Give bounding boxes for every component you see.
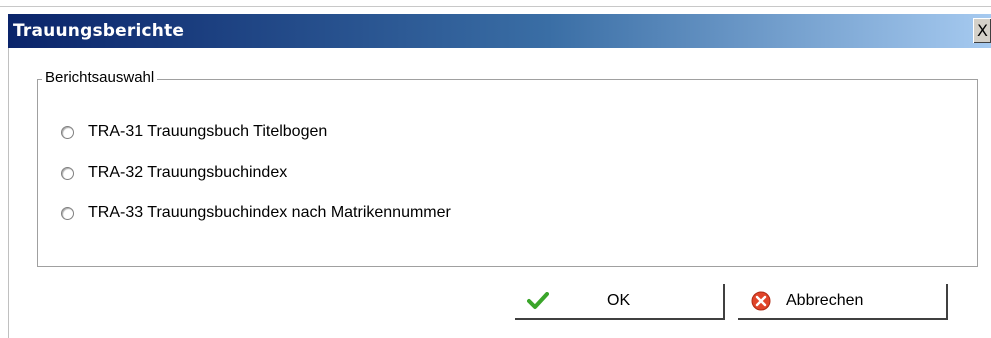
ok-button[interactable]: OK: [515, 284, 725, 320]
close-icon: X: [977, 21, 988, 40]
radio-label[interactable]: TRA-32 Trauungsbuchindex: [88, 164, 287, 182]
ok-button-label: OK: [607, 292, 631, 309]
cancel-button[interactable]: Abbrechen: [738, 284, 948, 320]
title-bar[interactable]: Trauungsberichte X: [8, 14, 991, 48]
radio-option-tra31[interactable]: TRA-31 Trauungsbuch Titelbogen: [61, 121, 327, 143]
radio-label[interactable]: TRA-33 Trauungsbuchindex nach Matrikennu…: [88, 204, 451, 222]
cancel-button-label: Abbrechen: [786, 292, 864, 309]
radio-option-tra33[interactable]: TRA-33 Trauungsbuchindex nach Matrikennu…: [61, 202, 451, 224]
cancel-icon: [750, 290, 772, 312]
close-button[interactable]: X: [973, 18, 991, 43]
radio-button[interactable]: [61, 206, 74, 220]
radio-option-tra32[interactable]: TRA-32 Trauungsbuchindex: [61, 162, 287, 184]
radio-label[interactable]: TRA-31 Trauungsbuch Titelbogen: [88, 123, 327, 141]
radio-button[interactable]: [61, 166, 74, 180]
checkmark-icon: [527, 290, 549, 312]
window-title: Trauungsberichte: [13, 21, 185, 41]
top-divider: [0, 6, 991, 7]
radio-button[interactable]: [61, 125, 74, 139]
dialog-window: Trauungsberichte X Berichtsauswahl TRA-3…: [0, 0, 991, 338]
window-border: [8, 48, 9, 338]
group-legend: Berichtsauswahl: [42, 69, 158, 86]
